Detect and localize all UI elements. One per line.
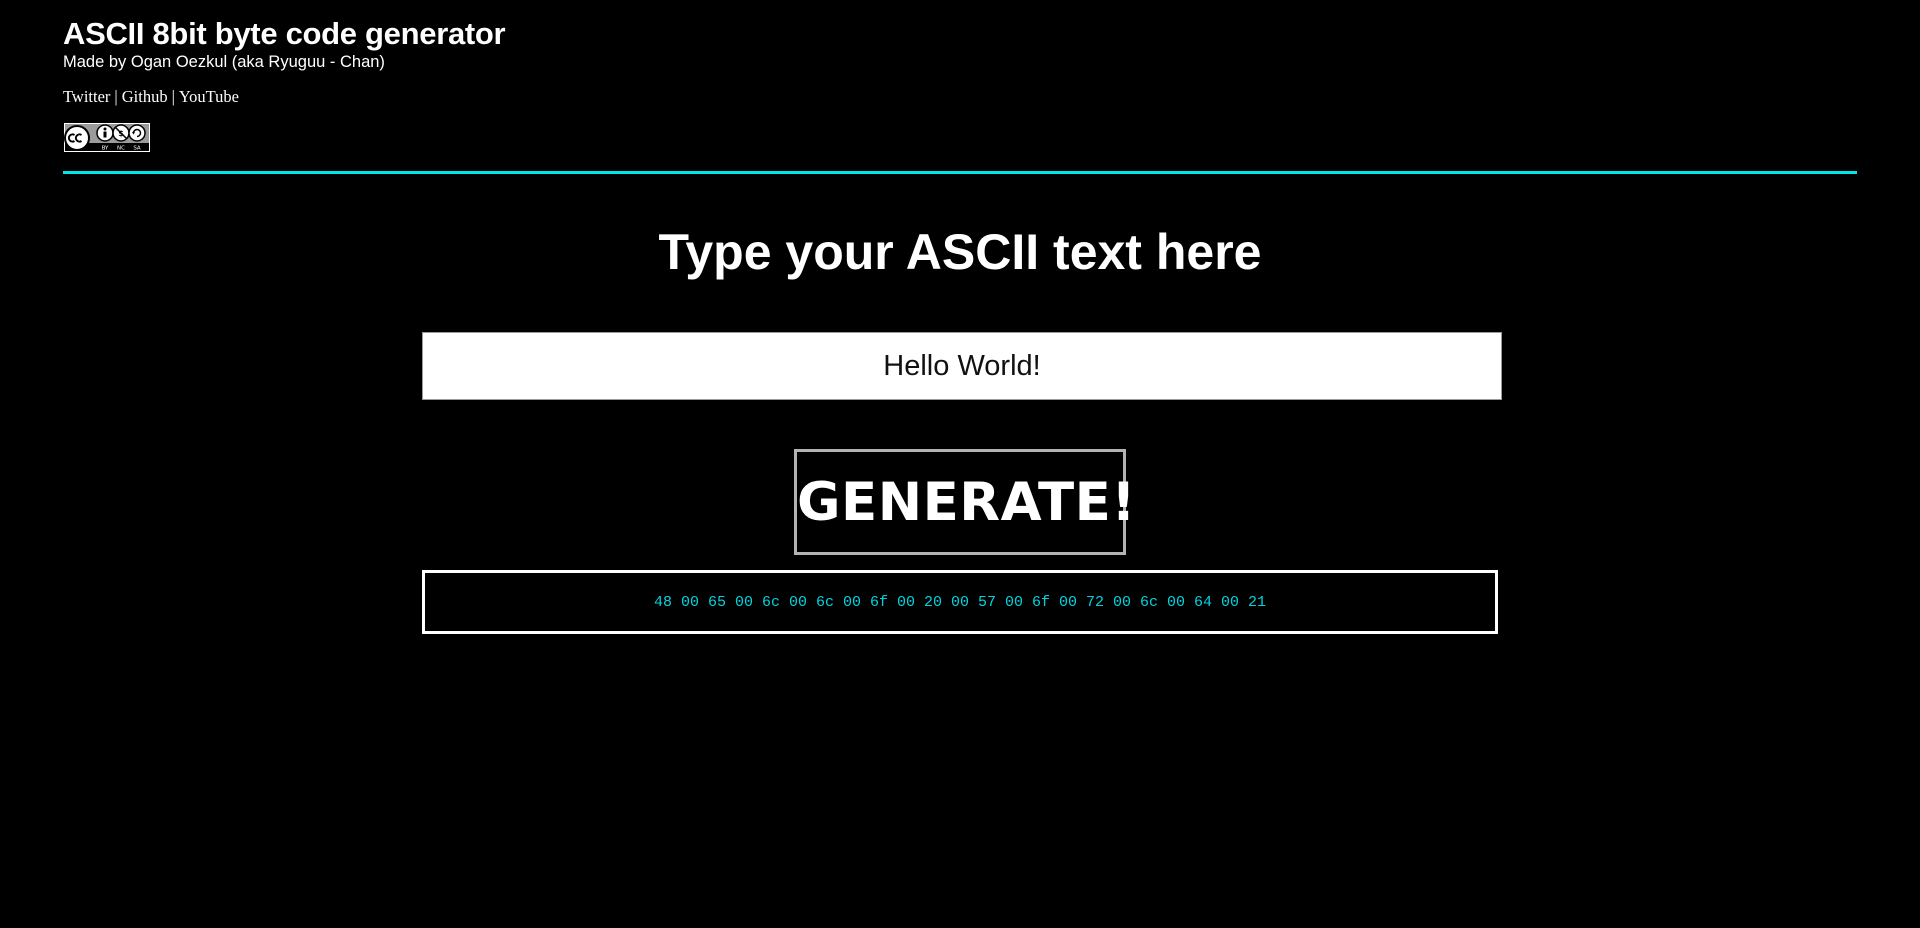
ascii-text-input[interactable]	[422, 332, 1502, 400]
output-box: 48 00 65 00 6c 00 6c 00 6f 00 20 00 57 0…	[422, 570, 1498, 634]
byte-code-output: 48 00 65 00 6c 00 6c 00 6f 00 20 00 57 0…	[653, 593, 1267, 611]
input-heading: Type your ASCII text here	[658, 224, 1262, 280]
license-badge-graphic: $ BY NC SA	[63, 122, 151, 153]
license-label-by: BY	[102, 146, 109, 152]
link-separator: |	[171, 87, 175, 106]
twitter-link[interactable]: Twitter	[63, 87, 110, 106]
license-label-sa: SA	[133, 146, 141, 152]
github-link[interactable]: Github	[122, 87, 168, 106]
generate-button[interactable]: GENERATE!	[794, 449, 1136, 555]
link-separator: |	[114, 87, 118, 106]
youtube-link[interactable]: YouTube	[179, 87, 239, 106]
header-divider	[63, 171, 1857, 174]
author-credit: Made by Ogan Oezkul (aka Ryuguu - Chan)	[63, 53, 385, 71]
license-label-nc: NC	[117, 146, 125, 152]
cc-by-nc-sa-icon[interactable]: $ BY NC SA	[63, 122, 151, 153]
social-links: Twitter | Github | YouTube	[63, 87, 239, 107]
site-title: ASCII 8bit byte code generator	[63, 16, 506, 51]
